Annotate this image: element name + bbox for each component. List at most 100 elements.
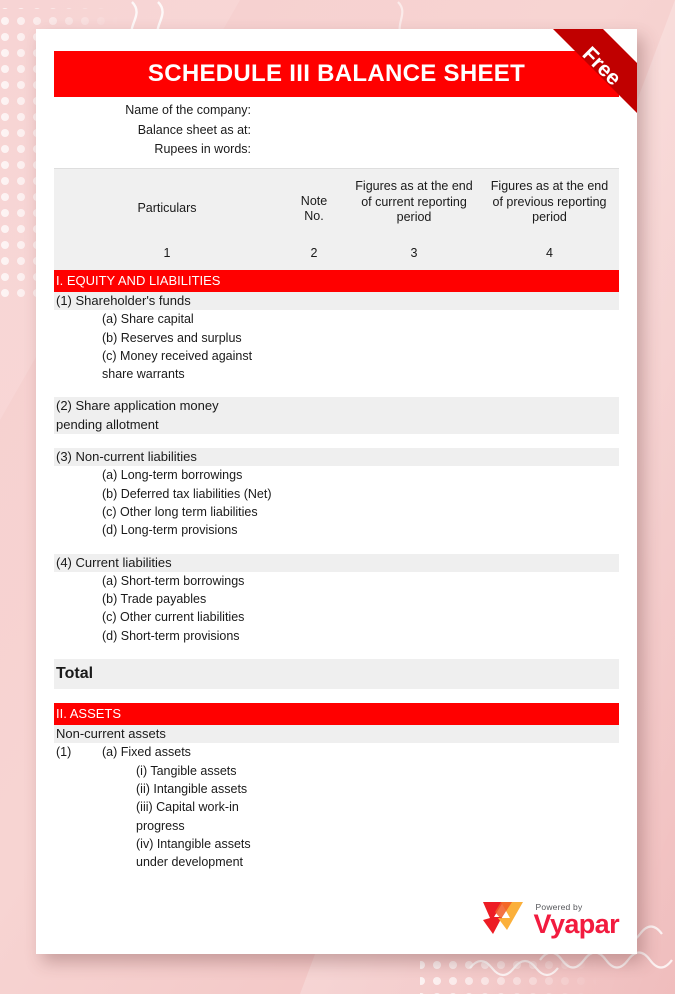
row-previous-value — [480, 466, 619, 484]
row-current-value — [348, 743, 480, 761]
row-note-no — [280, 627, 348, 645]
table-row: (d) Short-term provisions — [54, 626, 619, 646]
row-note-no — [280, 407, 348, 425]
row-previous-value — [480, 310, 619, 328]
row-current-value — [348, 627, 480, 645]
row-current-value — [348, 590, 480, 608]
table-row: (c) Other long term liabilities — [54, 502, 619, 522]
table-row: (iii) Capital work-in progress — [54, 798, 619, 835]
column-number-1: 1 — [163, 246, 171, 260]
row-note-no — [280, 383, 348, 401]
row-note-no — [280, 448, 348, 466]
page-title: SCHEDULE III BALANCE SHEET — [147, 60, 526, 87]
row-note-no — [280, 608, 348, 626]
document-title-bar: SCHEDULE III BALANCE SHEET — [54, 51, 619, 97]
table-row: (b) Deferred tax liabilities (Net) — [54, 484, 619, 503]
table-row — [54, 539, 619, 554]
row-label: (iv) Intangible assets under development — [136, 836, 251, 870]
row-previous-value — [480, 743, 619, 761]
row-previous-value — [480, 485, 619, 503]
row-note-no — [280, 762, 348, 780]
row-current-value — [348, 608, 480, 626]
table-row — [54, 689, 619, 704]
table-row — [54, 383, 619, 398]
row-note-no — [280, 292, 348, 310]
row-current-value — [348, 503, 480, 521]
row-label: (ii) Intangible assets — [136, 781, 248, 796]
row-previous-value — [480, 347, 619, 365]
row-label: (a) Share capital — [102, 312, 194, 327]
table-row: Non-current assets — [54, 725, 619, 744]
row-previous-value — [480, 780, 619, 798]
row-current-value — [348, 798, 480, 816]
row-current-value — [348, 329, 480, 347]
row-current-value — [348, 780, 480, 798]
row-label: (d) Long-term provisions — [102, 523, 238, 538]
meta-rupees-in-words: Rupees in words: — [154, 142, 251, 156]
row-previous-value — [480, 503, 619, 521]
row-current-value — [348, 466, 480, 484]
row-note-no — [280, 272, 348, 290]
row-previous-value — [480, 645, 619, 663]
row-current-value — [348, 448, 480, 466]
row-label: (4) Current liabilities — [56, 554, 172, 570]
table-row: (i) Tangible assets — [54, 761, 619, 780]
table-row: (4) Current liabilities — [54, 553, 619, 572]
row-note-no — [280, 590, 348, 608]
row-label: (c) Other current liabilities — [102, 610, 245, 625]
row-previous-value — [480, 590, 619, 608]
row-current-value — [348, 705, 480, 723]
row-previous-value — [480, 665, 619, 683]
row-note-no — [280, 572, 348, 590]
column-number-4: 4 — [546, 246, 553, 260]
row-note-no — [280, 347, 348, 365]
row-label: (c) Money received against share warrant… — [102, 348, 253, 382]
meta-company-name: Name of the company: — [125, 103, 251, 117]
row-note-no — [280, 780, 348, 798]
table-row — [54, 645, 619, 660]
row-note-no — [280, 329, 348, 347]
row-label — [54, 645, 280, 663]
column-header-current-period: Figures as at the end of current reporti… — [348, 169, 480, 270]
table-row: (b) Trade payables — [54, 590, 619, 609]
vyapar-mark-icon — [482, 902, 523, 934]
row-previous-value — [480, 762, 619, 780]
table-row: (a) Share capital — [54, 310, 619, 329]
row-current-value — [348, 310, 480, 328]
row-note-no — [280, 554, 348, 572]
row-previous-value — [480, 407, 619, 425]
row-current-value — [348, 407, 480, 425]
row-label: (3) Non-current liabilities — [56, 449, 197, 465]
row-previous-value — [480, 798, 619, 816]
row-current-value — [348, 521, 480, 539]
table-row — [54, 434, 619, 449]
row-label: (i) Tangible assets — [136, 763, 237, 778]
table-row: (a) Short-term borrowings — [54, 571, 619, 591]
row-label: (c) Other long term liabilities — [102, 504, 258, 519]
table-row: (2) Share application money pending allo… — [54, 397, 619, 435]
row-current-value — [348, 485, 480, 503]
row-previous-value — [480, 554, 619, 572]
row-previous-value — [480, 448, 619, 466]
meta-balance-sheet-date: Balance sheet as at: — [137, 122, 251, 137]
document-sheet: SCHEDULE III BALANCE SHEET Name of the c… — [36, 29, 637, 954]
row-note-no — [280, 725, 348, 743]
row-label: (1) Shareholder's funds — [56, 293, 191, 308]
row-label: II. ASSETS — [56, 705, 122, 721]
table-row: I. EQUITY AND LIABILITIES — [54, 270, 619, 292]
table-row: (a) Long-term borrowings — [54, 466, 619, 485]
row-label: Non-current assets — [56, 726, 166, 742]
table-row: (iv) Intangible assets under development — [54, 834, 619, 872]
column-number-2: 2 — [310, 246, 318, 260]
row-previous-value — [480, 725, 619, 743]
row-previous-value — [480, 835, 619, 853]
row-current-value — [348, 272, 480, 290]
row-current-value — [348, 572, 480, 590]
row-note-no — [280, 645, 348, 663]
row-label: (d) Short-term provisions — [102, 628, 240, 643]
document-meta: Name of the company: Balance sheet as at… — [54, 101, 254, 160]
row-current-value — [348, 725, 480, 743]
row-note-no — [280, 503, 348, 521]
column-header-previous-period: Figures as at the end of previous report… — [480, 169, 619, 270]
row-previous-value — [480, 627, 619, 645]
